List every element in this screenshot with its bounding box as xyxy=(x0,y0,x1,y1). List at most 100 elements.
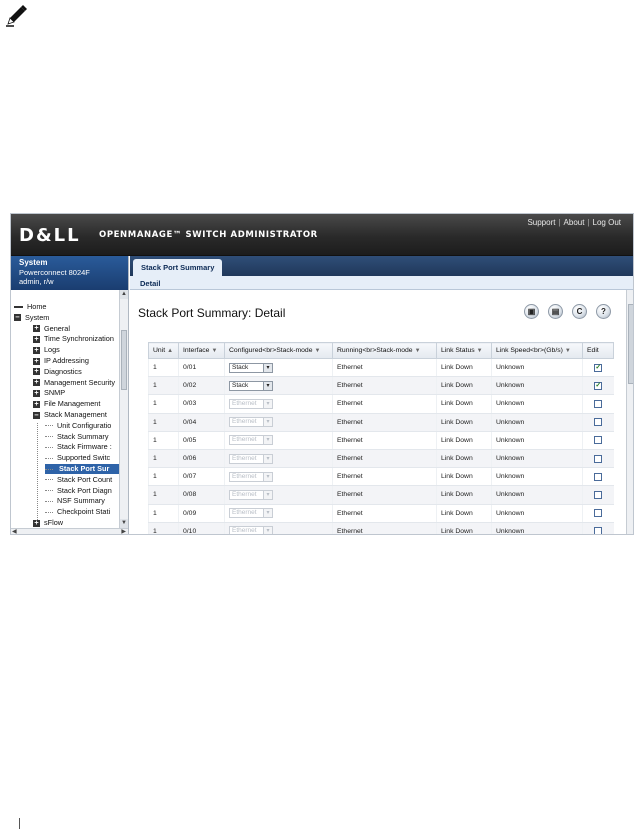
scroll-left-icon[interactable]: ◀ xyxy=(12,529,17,534)
expand-plus-icon[interactable]: + xyxy=(33,400,40,408)
sidebar-item-stack-summary[interactable]: Stack Summary xyxy=(45,432,109,442)
sidebar-item-checkpoint-stati[interactable]: Checkpoint Stati xyxy=(45,507,110,517)
link-speed-cell: Unknown xyxy=(491,485,583,505)
support-link[interactable]: Support xyxy=(527,218,555,227)
configured-stack-mode-select[interactable]: Stack ▾ xyxy=(229,362,273,373)
table-body: 1 0/01 Stack ▾ Ethernet Link Down Unknown ✓ 1 0/0… xyxy=(148,358,614,534)
sidebar-item-ip-addressing[interactable]: + IP Addressing xyxy=(33,356,89,366)
collapse-minus-icon[interactable]: − xyxy=(14,314,21,322)
sidebar-item-label: Checkpoint Stati xyxy=(57,507,111,517)
sidebar-item-nsf-summary[interactable]: NSF Summary xyxy=(45,496,105,506)
subtab-detail[interactable]: Detail xyxy=(140,278,160,290)
edit-checkbox[interactable] xyxy=(594,509,603,518)
column-header-label: Link Speed<br>(Gb/s) xyxy=(496,347,563,354)
sidebar-item-stack-management[interactable]: − Stack Management xyxy=(33,410,107,420)
scroll-up-icon[interactable]: ▲ xyxy=(120,290,128,299)
configured-stack-mode-select[interactable]: Stack ▾ xyxy=(229,380,273,391)
edit-checkbox[interactable] xyxy=(594,490,603,499)
sidebar-item-stack-firmware[interactable]: Stack Firmware : xyxy=(45,442,112,452)
product-title: OPENMANAGE™ SWITCH ADMINISTRATOR xyxy=(99,230,318,240)
configured-mode-cell: Ethernet ▾ xyxy=(224,431,333,450)
edit-checkbox[interactable] xyxy=(594,436,603,445)
link-status-cell: Link Down xyxy=(436,394,492,414)
sidebar-item-label: System xyxy=(25,312,50,322)
column-header-link-speed-br-gb-s[interactable]: Link Speed<br>(Gb/s) ▼ xyxy=(491,342,583,359)
expand-plus-icon[interactable]: + xyxy=(33,379,40,387)
column-header-unit[interactable]: Unit ▲ xyxy=(148,342,179,359)
content-vertical-scrollbar[interactable] xyxy=(626,290,633,534)
column-filter-icon[interactable]: ▼ xyxy=(415,348,421,354)
edit-cell: ✓ xyxy=(582,358,614,378)
sidebar-item-unit-configuratio[interactable]: Unit Configuratio xyxy=(45,421,111,431)
sidebar-item-stack-port-count[interactable]: Stack Port Count xyxy=(45,475,112,485)
tree-leaf-connector xyxy=(45,490,53,492)
sidebar-item-general[interactable]: + General xyxy=(33,324,70,334)
sidebar-item-supported-switc[interactable]: Supported Switc xyxy=(45,453,110,463)
print-icon[interactable]: ▤ xyxy=(548,304,563,319)
tree-leaf-connector xyxy=(45,500,53,502)
sidebar-item-stack-port-sur[interactable]: Stack Port Sur xyxy=(45,464,119,474)
sidebar-item-logs[interactable]: + Logs xyxy=(33,345,60,355)
table-row: 1 0/07 Ethernet ▾ Ethernet Link Down Unknown xyxy=(148,467,614,487)
sidebar-item-diagnostics[interactable]: + Diagnostics xyxy=(33,367,82,377)
column-filter-icon[interactable]: ▼ xyxy=(211,348,217,354)
column-header-label: Link Status xyxy=(441,347,475,354)
expand-plus-icon[interactable]: + xyxy=(33,357,40,365)
logout-link[interactable]: Log Out xyxy=(593,218,621,227)
chevron-down-icon[interactable]: ▾ xyxy=(263,363,272,372)
column-filter-icon[interactable]: ▼ xyxy=(477,348,483,354)
about-link[interactable]: About xyxy=(564,218,585,227)
content-scroll-thumb[interactable] xyxy=(628,304,633,384)
edit-checkbox[interactable] xyxy=(594,454,603,463)
sidebar-vertical-scrollbar[interactable]: ▲ ▼ xyxy=(119,290,128,528)
link-speed-cell: Unknown xyxy=(491,413,583,432)
edit-checkbox[interactable] xyxy=(594,472,603,481)
system-info-header: System Powerconnect 8024F admin, r/w xyxy=(11,256,128,290)
save-icon[interactable]: ▣ xyxy=(524,304,539,319)
edit-checkbox[interactable] xyxy=(594,418,603,427)
sidebar-item-snmp[interactable]: + SNMP xyxy=(33,388,65,398)
collapse-minus-icon[interactable]: − xyxy=(33,411,40,419)
column-header-link-status[interactable]: Link Status ▼ xyxy=(436,342,492,359)
sort-ascending-icon[interactable]: ▲ xyxy=(167,348,173,354)
column-header-running-br-stack-mode[interactable]: Running<br>Stack-mode ▼ xyxy=(332,342,437,359)
edit-checkbox[interactable]: ✓ xyxy=(594,381,603,390)
sidebar-scroll-thumb[interactable] xyxy=(121,330,127,390)
expand-plus-icon[interactable]: + xyxy=(33,346,40,354)
configured-stack-mode-select: Ethernet ▾ xyxy=(229,526,273,534)
refresh-icon[interactable]: C xyxy=(572,304,587,319)
expand-plus-icon[interactable]: + xyxy=(33,325,40,333)
expand-plus-icon[interactable]: + xyxy=(33,519,40,527)
column-header-edit[interactable]: Edit xyxy=(582,342,614,359)
expand-plus-icon[interactable]: + xyxy=(33,389,40,397)
chevron-down-icon: ▾ xyxy=(263,490,272,499)
sidebar-horizontal-scrollbar[interactable]: ◀ ▶ xyxy=(11,528,128,534)
stack-port-table: Unit ▲ Interface ▼ Configured<br>Stack-mode ▼… xyxy=(148,342,614,534)
configured-stack-mode-select: Ethernet ▾ xyxy=(229,508,273,519)
sidebar-item-system[interactable]: − System xyxy=(14,313,49,323)
edit-checkbox[interactable] xyxy=(594,527,603,534)
sidebar-item-label: Logs xyxy=(44,345,60,355)
expand-plus-icon[interactable]: + xyxy=(33,335,40,343)
sidebar-item-time-synchronization[interactable]: + Time Synchronization xyxy=(33,334,114,344)
link-speed-cell: Unknown xyxy=(491,376,583,396)
configured-stack-mode-select: Ethernet ▾ xyxy=(229,417,273,428)
column-header-interface[interactable]: Interface ▼ xyxy=(178,342,225,359)
edit-checkbox[interactable]: ✓ xyxy=(594,363,603,372)
sidebar-item-home[interactable]: Home xyxy=(14,302,46,312)
sidebar-item-management-security[interactable]: + Management Security xyxy=(33,378,115,388)
scroll-down-icon[interactable]: ▼ xyxy=(120,519,128,528)
column-header-configured-br-stack-mode[interactable]: Configured<br>Stack-mode ▼ xyxy=(224,342,333,359)
tab-stack-port-summary[interactable]: Stack Port Summary xyxy=(133,259,223,276)
sidebar-item-file-management[interactable]: + File Management xyxy=(33,399,100,409)
scroll-right-icon[interactable]: ▶ xyxy=(121,529,126,534)
edit-checkbox[interactable] xyxy=(594,399,603,408)
column-filter-icon[interactable]: ▼ xyxy=(565,348,571,354)
sidebar-item-stack-port-diagn[interactable]: Stack Port Diagn xyxy=(45,486,112,496)
sidebar-item-label: Management Security xyxy=(44,377,115,387)
help-icon[interactable]: ? xyxy=(596,304,611,319)
expand-plus-icon[interactable]: + xyxy=(33,368,40,376)
chevron-down-icon[interactable]: ▾ xyxy=(263,381,272,390)
interface-cell: 0/08 xyxy=(178,485,225,505)
column-filter-icon[interactable]: ▼ xyxy=(315,348,321,354)
